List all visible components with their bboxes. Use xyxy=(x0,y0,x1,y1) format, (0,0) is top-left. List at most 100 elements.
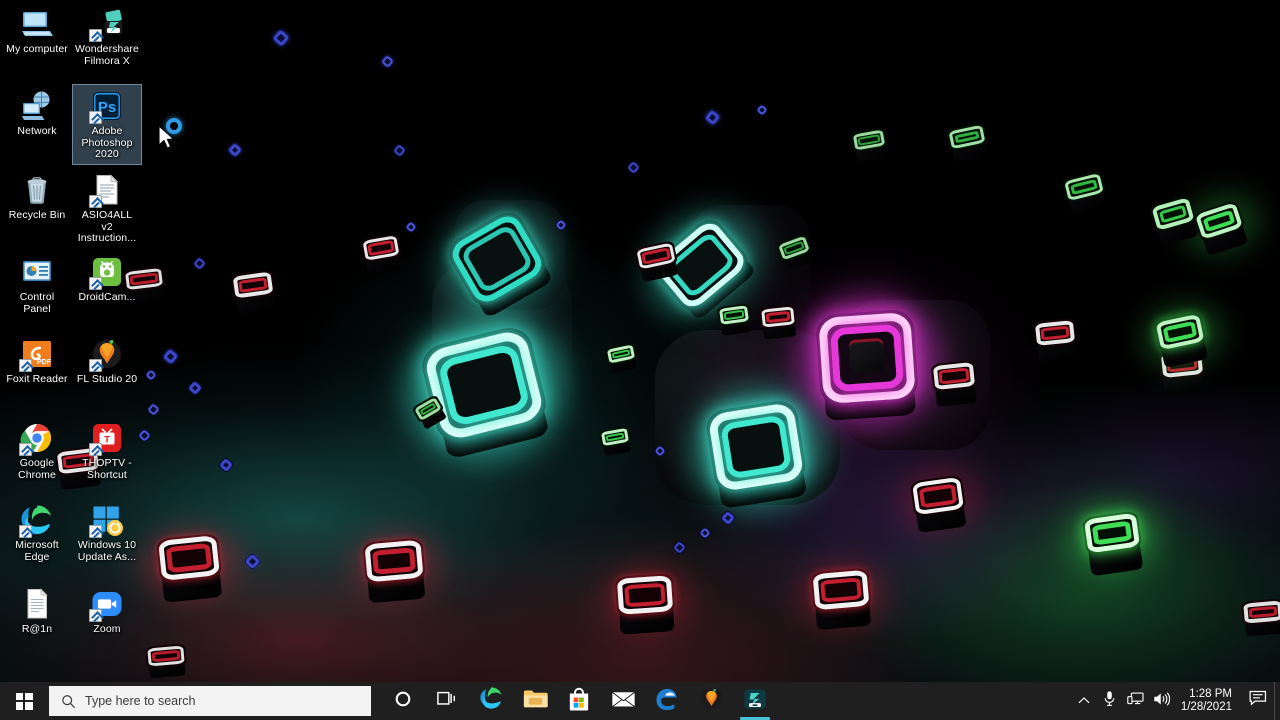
clock-time: 1:28 PM xyxy=(1189,687,1232,700)
taskbar-item-edge-legacy[interactable] xyxy=(645,682,689,720)
desktop-icon-network[interactable]: Network xyxy=(2,84,72,142)
taskbar-clock[interactable]: 1:28 PM 1/28/2021 xyxy=(1175,682,1242,720)
desktop-icon-label: THOPTV - Shortcut xyxy=(82,457,132,481)
show-desktop-button[interactable] xyxy=(1274,682,1280,720)
mail-envelope-icon xyxy=(610,689,636,713)
wallpaper-floor-lighting xyxy=(0,0,1280,720)
desktop-icon-label: Google Chrome xyxy=(18,457,56,481)
desktop-icon-microsoft-edge[interactable]: Microsoft Edge xyxy=(2,498,72,567)
desktop-icon-asio4all[interactable]: ASIO4ALL v2 Instruction... xyxy=(72,168,142,249)
desktop-icon-recycle-bin[interactable]: Recycle Bin xyxy=(2,168,72,226)
desktop-icon-foxit-reader[interactable]: PDF Foxit Reader xyxy=(2,332,72,390)
edge-icon xyxy=(19,503,54,538)
desktop-icon-label: Wondershare Filmora X xyxy=(75,43,139,67)
shortcut-arrow-icon xyxy=(19,525,32,538)
text-file-icon xyxy=(20,587,54,621)
edge-legacy-icon xyxy=(655,687,679,716)
fl-studio-icon xyxy=(89,337,124,372)
shortcut-arrow-icon xyxy=(89,359,102,372)
chevron-up-icon xyxy=(1078,692,1090,710)
task-view-icon xyxy=(437,690,457,712)
document-icon xyxy=(89,173,124,208)
clock-date: 1/28/2021 xyxy=(1180,701,1232,713)
droidcam-icon xyxy=(89,255,124,290)
action-center-button[interactable] xyxy=(1242,682,1274,720)
search-input[interactable]: Type here to search xyxy=(49,686,371,716)
shortcut-arrow-icon xyxy=(89,277,102,290)
shortcut-arrow-icon xyxy=(19,359,32,372)
thoptv-icon: T xyxy=(89,421,124,456)
wallpaper-neon-cubes xyxy=(0,0,1280,720)
recycle-bin-icon xyxy=(20,173,54,207)
desktop-icon-label: My computer xyxy=(6,43,68,55)
filmora-icon xyxy=(743,688,767,715)
desktop-icon-label: R@1n xyxy=(21,623,53,635)
start-button[interactable] xyxy=(0,682,48,720)
desktop-icon-control-panel[interactable]: Control Panel xyxy=(2,250,72,319)
windows-logo-icon xyxy=(15,692,33,710)
control-panel-icon xyxy=(20,255,54,289)
taskbar-item-mail[interactable] xyxy=(601,682,645,720)
desktop-icon-label: Control Panel xyxy=(19,291,55,315)
zoom-icon xyxy=(89,587,124,622)
busy-spinner-icon xyxy=(166,118,182,134)
desktop-icon-label: FL Studio 20 xyxy=(76,373,138,385)
chrome-icon xyxy=(19,421,54,456)
windows-update-icon xyxy=(89,503,124,538)
tray-icon-volume[interactable] xyxy=(1149,682,1175,720)
desktop-icon-label: Windows 10 Update As... xyxy=(77,539,137,563)
filmora-icon xyxy=(89,7,124,42)
show-hidden-icons-button[interactable] xyxy=(1071,682,1097,720)
taskbar-item-filmora[interactable] xyxy=(733,682,777,720)
taskbar[interactable]: Type here to search 1:28 PM 1/28/2021 xyxy=(0,682,1280,720)
network-monitor-icon xyxy=(1127,691,1144,711)
fl-studio-icon xyxy=(700,687,723,715)
shortcut-arrow-icon xyxy=(89,111,102,124)
desktop-icon-label: Recycle Bin xyxy=(8,209,66,221)
tray-icon-microphone[interactable] xyxy=(1097,682,1123,720)
desktop-icon-google-chrome[interactable]: Google Chrome xyxy=(2,416,72,485)
desktop-icon-label: Network xyxy=(17,125,57,137)
desktop-icon-fl-studio[interactable]: FL Studio 20 xyxy=(72,332,142,390)
desktop-icon-windows-update[interactable]: Windows 10 Update As... xyxy=(72,498,142,567)
desktop-icon-label: Zoom xyxy=(93,623,121,635)
desktop-icon-r-1n[interactable]: R@1n xyxy=(2,582,72,640)
desktop-icon-label: Adobe Photoshop 2020 xyxy=(81,125,133,160)
monitor-icon xyxy=(20,7,54,41)
taskbar-item-file-explorer[interactable] xyxy=(513,682,557,720)
search-placeholder-text: Type here to search xyxy=(85,694,196,708)
desktop-icon-droidcam[interactable]: DroidCam... xyxy=(72,250,142,308)
desktop-icon-my-computer[interactable]: My computer xyxy=(2,2,72,60)
desktop-icon-thoptv[interactable]: T THOPTV - Shortcut xyxy=(72,416,142,485)
cursor-arrow-icon xyxy=(158,125,175,149)
notification-icon xyxy=(1249,690,1267,712)
svg-text:PDF: PDF xyxy=(37,359,52,366)
desktop-icon-grid: My computer Wondershare Filmora X Networ… xyxy=(0,0,150,660)
desktop-icon-label: Microsoft Edge xyxy=(15,539,59,563)
cortana-button[interactable] xyxy=(381,682,425,720)
store-bag-icon xyxy=(568,687,590,716)
task-view-button[interactable] xyxy=(425,682,469,720)
shortcut-arrow-icon xyxy=(89,195,102,208)
desktop-icon-label: Foxit Reader xyxy=(6,373,68,385)
network-icon xyxy=(20,89,54,123)
taskbar-item-fl-studio[interactable] xyxy=(689,682,733,720)
shortcut-arrow-icon xyxy=(89,29,102,42)
desktop[interactable]: My computer Wondershare Filmora X Networ… xyxy=(0,0,1280,720)
tray-icon-network[interactable] xyxy=(1123,682,1149,720)
svg-text:T: T xyxy=(104,434,110,445)
shortcut-arrow-icon xyxy=(89,443,102,456)
microphone-icon xyxy=(1102,690,1117,712)
shortcut-arrow-icon xyxy=(89,609,102,622)
search-icon xyxy=(61,694,76,709)
system-tray[interactable]: 1:28 PM 1/28/2021 xyxy=(1071,682,1280,720)
taskbar-item-edge-chromium[interactable] xyxy=(469,682,513,720)
desktop-icon-zoom[interactable]: Zoom xyxy=(72,582,142,640)
desktop-icon-adobe-photoshop[interactable]: Ps Adobe Photoshop 2020 xyxy=(72,84,142,165)
desktop-icon-label: ASIO4ALL v2 Instruction... xyxy=(77,209,137,244)
photoshop-icon: Ps xyxy=(89,89,124,124)
desktop-icon-label: DroidCam... xyxy=(78,291,136,303)
foxit-reader-icon: PDF xyxy=(19,337,54,372)
desktop-icon-wondershare-filmora[interactable]: Wondershare Filmora X xyxy=(72,2,142,71)
taskbar-item-microsoft-store[interactable] xyxy=(557,682,601,720)
